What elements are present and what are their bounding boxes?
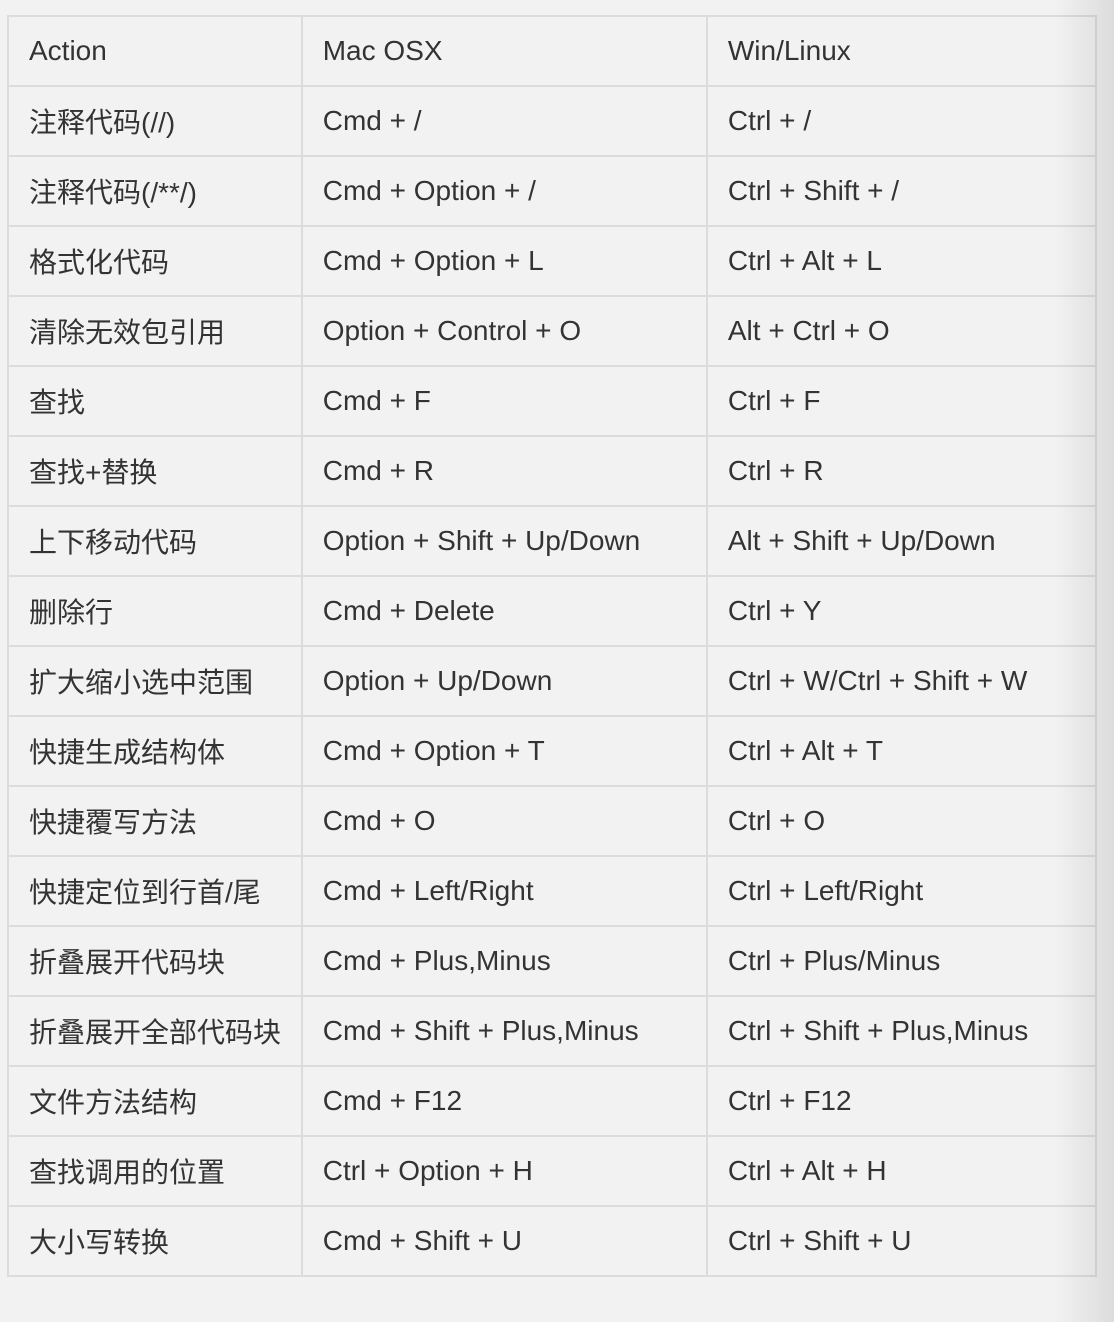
table-row: 文件方法结构 Cmd + F12 Ctrl + F12 bbox=[7, 1065, 1098, 1137]
header-mac: Mac OSX bbox=[300, 15, 708, 87]
mac-shortcut-cell: Cmd + F12 bbox=[300, 1065, 708, 1137]
action-cell: 快捷生成结构体 bbox=[7, 715, 303, 787]
action-cell: 快捷定位到行首/尾 bbox=[7, 855, 303, 927]
win-linux-shortcut-cell: Ctrl + F bbox=[705, 365, 1098, 437]
win-linux-shortcut-cell: Ctrl + Plus/Minus bbox=[705, 925, 1098, 997]
action-cell: 折叠展开全部代码块 bbox=[7, 995, 303, 1067]
mac-shortcut-cell: Cmd + Plus,Minus bbox=[300, 925, 708, 997]
mac-shortcut-cell: Cmd + Option + L bbox=[300, 225, 708, 297]
win-linux-shortcut-cell: Ctrl + / bbox=[705, 85, 1098, 157]
action-cell: 查找+替换 bbox=[7, 435, 303, 507]
table-row: 快捷覆写方法 Cmd + O Ctrl + O bbox=[7, 785, 1098, 857]
table-row: 快捷定位到行首/尾 Cmd + Left/Right Ctrl + Left/Rig… bbox=[7, 855, 1098, 927]
win-linux-shortcut-cell: Alt + Ctrl + O bbox=[705, 295, 1098, 367]
mac-shortcut-cell: Cmd + Delete bbox=[300, 575, 708, 647]
mac-shortcut-cell: Cmd + Option + / bbox=[300, 155, 708, 227]
action-cell: 快捷覆写方法 bbox=[7, 785, 303, 857]
mac-shortcut-cell: Option + Control + O bbox=[300, 295, 708, 367]
table-row: 上下移动代码 Option + Shift + Up/Down Alt + Shif… bbox=[7, 505, 1098, 577]
table-row: 大小写转换 Cmd + Shift + U Ctrl + Shift + U bbox=[7, 1205, 1098, 1277]
table-row: 查找+替换 Cmd + R Ctrl + R bbox=[7, 435, 1098, 507]
action-cell: 文件方法结构 bbox=[7, 1065, 303, 1137]
mac-shortcut-cell: Cmd + Left/Right bbox=[300, 855, 708, 927]
win-linux-shortcut-cell: Ctrl + Shift + / bbox=[705, 155, 1098, 227]
action-cell: 格式化代码 bbox=[7, 225, 303, 297]
table-row: 查找调用的位置 Ctrl + Option + H Ctrl + Alt + H bbox=[7, 1135, 1098, 1207]
mac-shortcut-cell: Cmd + F bbox=[300, 365, 708, 437]
action-cell: 查找调用的位置 bbox=[7, 1135, 303, 1207]
win-linux-shortcut-cell: Ctrl + Left/Right bbox=[705, 855, 1098, 927]
mac-shortcut-cell: Cmd + Option + T bbox=[300, 715, 708, 787]
win-linux-shortcut-cell: Ctrl + Shift + U bbox=[705, 1205, 1098, 1277]
action-cell: 查找 bbox=[7, 365, 303, 437]
win-linux-shortcut-cell: Ctrl + Shift + Plus,Minus bbox=[705, 995, 1098, 1067]
action-cell: 注释代码(//) bbox=[7, 85, 303, 157]
win-linux-shortcut-cell: Ctrl + Alt + H bbox=[705, 1135, 1098, 1207]
mac-shortcut-cell: Cmd + O bbox=[300, 785, 708, 857]
table-row: 清除无效包引用 Option + Control + O Alt + Ctrl + … bbox=[7, 295, 1098, 367]
action-cell: 删除行 bbox=[7, 575, 303, 647]
header-action: Action bbox=[7, 15, 303, 87]
mac-shortcut-cell: Cmd + Shift + U bbox=[300, 1205, 708, 1277]
table-header-row: Action Mac OSX Win/Linux bbox=[7, 15, 1098, 87]
action-cell: 注释代码(/**/) bbox=[7, 155, 303, 227]
mac-shortcut-cell: Cmd + / bbox=[300, 85, 708, 157]
table-row: 快捷生成结构体 Cmd + Option + T Ctrl + Alt + T bbox=[7, 715, 1098, 787]
table-row: 注释代码(//) Cmd + / Ctrl + / bbox=[7, 85, 1098, 157]
table-row: 折叠展开全部代码块 Cmd + Shift + Plus,Minus Ctrl + … bbox=[7, 995, 1098, 1067]
table-row: 删除行 Cmd + Delete Ctrl + Y bbox=[7, 575, 1098, 647]
mac-shortcut-cell: Cmd + R bbox=[300, 435, 708, 507]
action-cell: 折叠展开代码块 bbox=[7, 925, 303, 997]
mac-shortcut-cell: Cmd + Shift + Plus,Minus bbox=[300, 995, 708, 1067]
table-row: 扩大缩小选中范围 Option + Up/Down Ctrl + W/Ctrl + … bbox=[7, 645, 1098, 717]
mac-shortcut-cell: Ctrl + Option + H bbox=[300, 1135, 708, 1207]
action-cell: 清除无效包引用 bbox=[7, 295, 303, 367]
win-linux-shortcut-cell: Ctrl + R bbox=[705, 435, 1098, 507]
table-row: 格式化代码 Cmd + Option + L Ctrl + Alt + L bbox=[7, 225, 1098, 297]
table-body: 注释代码(//) Cmd + / Ctrl + / 注释代码(/**/) Cmd + O… bbox=[7, 85, 1098, 1277]
table-row: 折叠展开代码块 Cmd + Plus,Minus Ctrl + Plus/Minus bbox=[7, 925, 1098, 997]
win-linux-shortcut-cell: Ctrl + O bbox=[705, 785, 1098, 857]
action-cell: 上下移动代码 bbox=[7, 505, 303, 577]
win-linux-shortcut-cell: Alt + Shift + Up/Down bbox=[705, 505, 1098, 577]
win-linux-shortcut-cell: Ctrl + Alt + T bbox=[705, 715, 1098, 787]
header-win-linux: Win/Linux bbox=[705, 15, 1098, 87]
mac-shortcut-cell: Option + Up/Down bbox=[300, 645, 708, 717]
table-row: 查找 Cmd + F Ctrl + F bbox=[7, 365, 1098, 437]
action-cell: 大小写转换 bbox=[7, 1205, 303, 1277]
win-linux-shortcut-cell: Ctrl + F12 bbox=[705, 1065, 1098, 1137]
win-linux-shortcut-cell: Ctrl + Y bbox=[705, 575, 1098, 647]
shortcut-table: Action Mac OSX Win/Linux 注释代码(//) Cmd + /… bbox=[7, 15, 1098, 1277]
win-linux-shortcut-cell: Ctrl + W/Ctrl + Shift + W bbox=[705, 645, 1098, 717]
table-row: 注释代码(/**/) Cmd + Option + / Ctrl + Shift +… bbox=[7, 155, 1098, 227]
win-linux-shortcut-cell: Ctrl + Alt + L bbox=[705, 225, 1098, 297]
mac-shortcut-cell: Option + Shift + Up/Down bbox=[300, 505, 708, 577]
action-cell: 扩大缩小选中范围 bbox=[7, 645, 303, 717]
